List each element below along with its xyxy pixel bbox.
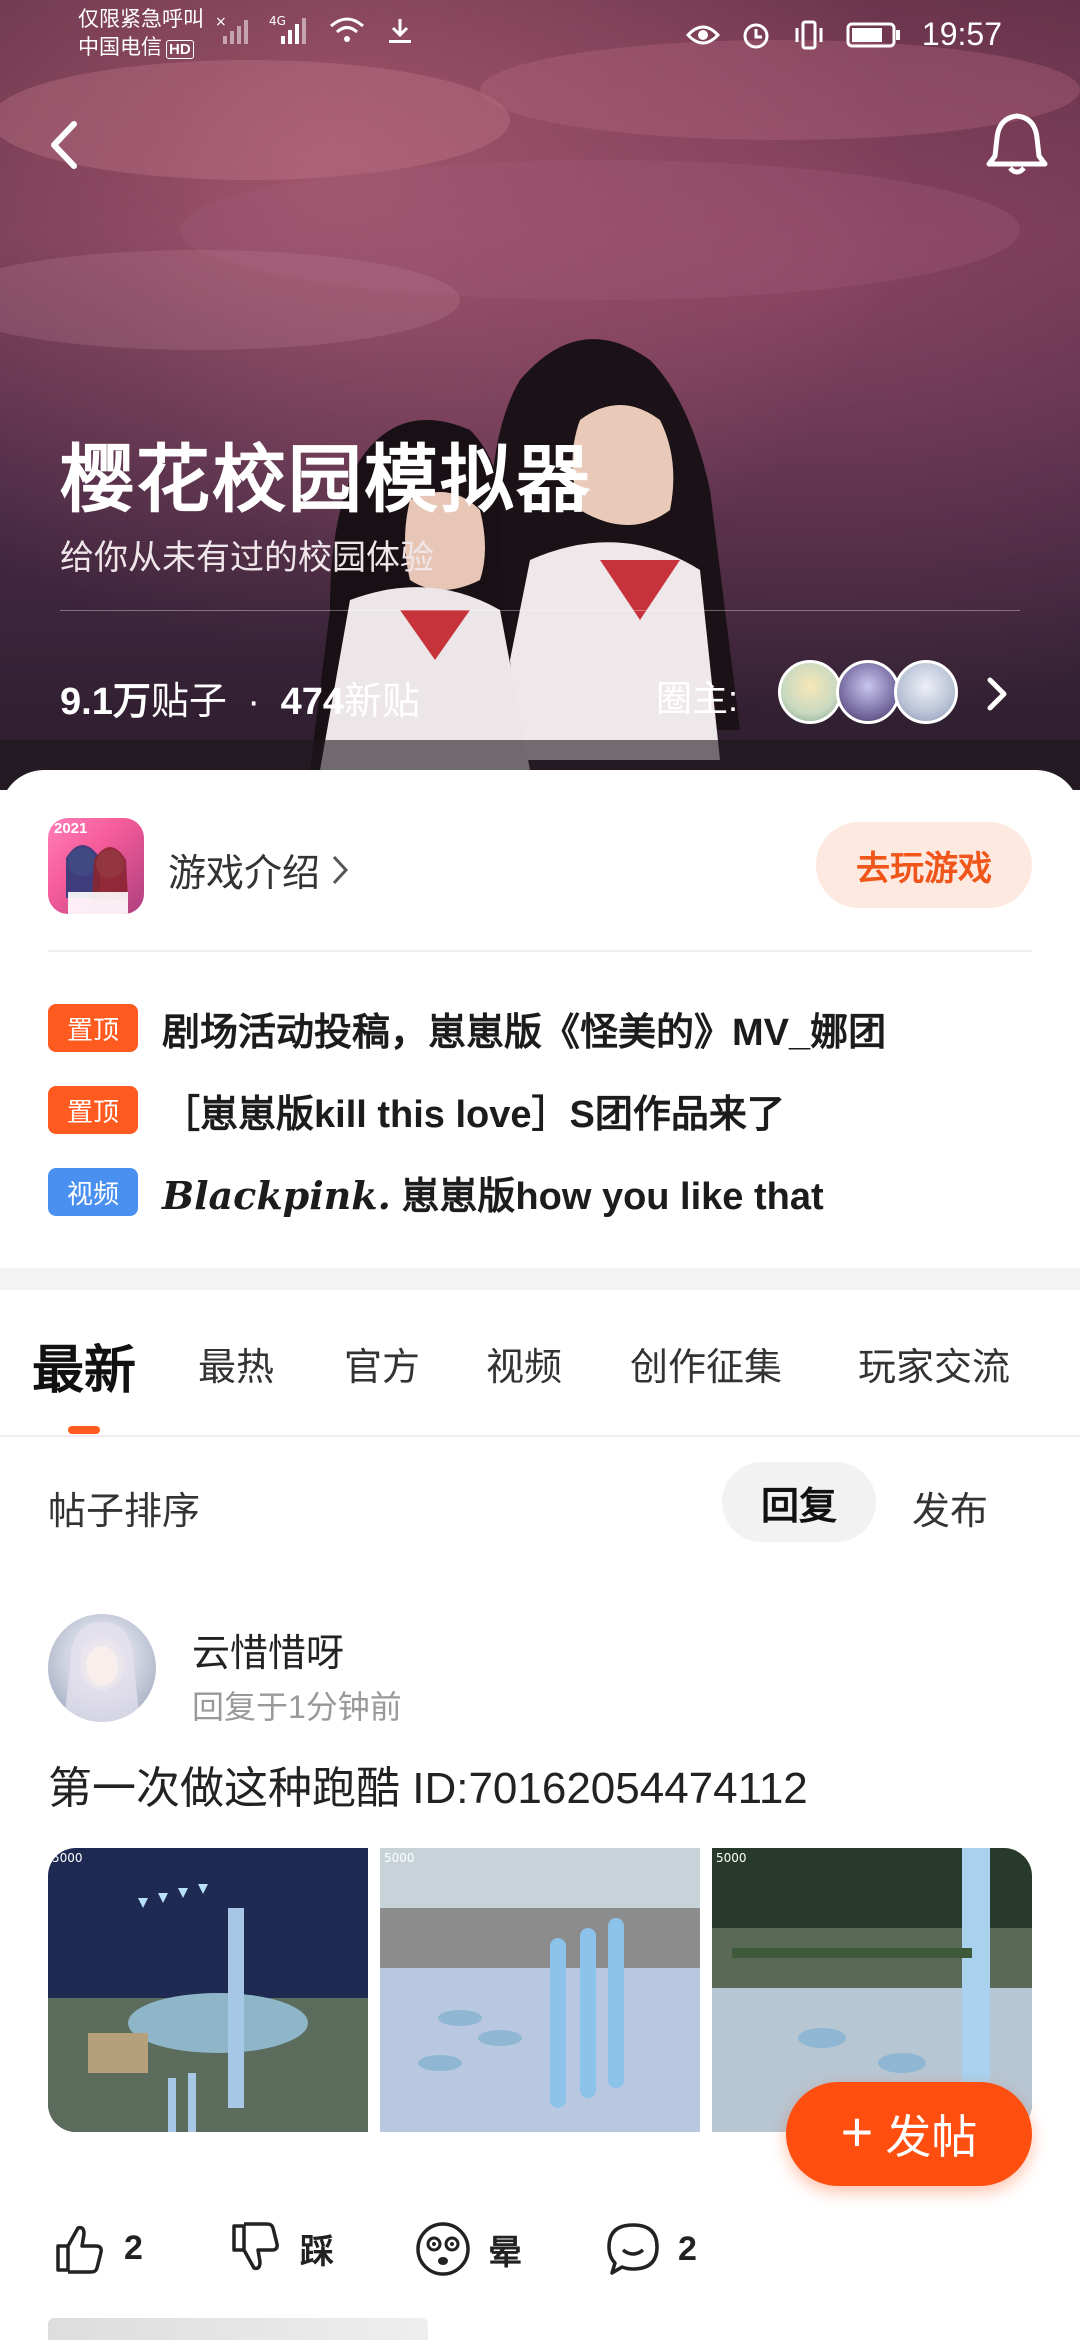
posts-count: 9.1万 (60, 681, 151, 723)
network-type-text: 4G (269, 14, 286, 28)
svg-text:×: × (215, 16, 227, 30)
thumb-badge-text: 5000 (384, 1851, 415, 1865)
owner-avatar[interactable] (778, 660, 842, 724)
owners-label[interactable]: 圈主: (656, 670, 738, 722)
thumb-badge-text: 5000 (52, 1851, 83, 1865)
post-text[interactable]: 第一次做这种跑酷 ID:70162054474112 (48, 1752, 808, 1816)
thumbs-up-icon (56, 2225, 103, 2274)
dizzy-face-icon (416, 2222, 470, 2276)
video-title-text: 崽崽版how you like that (390, 1175, 824, 1218)
post-image[interactable]: 5000 (380, 1848, 700, 2132)
pinned-post[interactable]: 置顶 剧场活动投稿，崽崽版《怪美的》MV_娜团 (48, 998, 1048, 1058)
tab-latest[interactable]: 最新 (32, 1328, 136, 1403)
video-tag: 视频 (48, 1168, 138, 1216)
comment-bubble-icon (607, 2223, 659, 2275)
sort-label: 帖子排序 (48, 1491, 201, 1533)
sort-by-publish-button[interactable]: 发布 (912, 1480, 988, 1535)
post-actions: 2 踩 晕 2 (48, 2220, 1032, 2290)
thumb-badge-text: 5000 (716, 1851, 747, 1865)
next-post-placeholder (48, 2318, 428, 2340)
dizzy-button[interactable]: 晕 (414, 2220, 522, 2278)
hd-badge: HD (166, 40, 194, 59)
post-image[interactable]: 5000 (48, 1848, 368, 2132)
chevron-right-icon[interactable] (982, 672, 1012, 716)
comment-button[interactable]: 2 (604, 2220, 697, 2278)
stats-separator: · (247, 681, 261, 723)
tab-player-chat[interactable]: 玩家交流 (858, 1336, 1010, 1391)
game-screenshot-image: 5000 (380, 1848, 700, 2132)
header-divider (60, 610, 1020, 611)
pinned-tag: 置顶 (48, 1086, 138, 1134)
game-intro-label: 游戏介绍 (168, 853, 321, 895)
post-author[interactable]: 云惜惜呀 (192, 1622, 344, 1677)
thumbs-down-icon (232, 2222, 279, 2271)
pinned-post-title: 剧场活动投稿，崽崽版《怪美的》MV_娜团 (162, 1011, 887, 1054)
cellular-signal-icon: 4G (269, 14, 306, 44)
pinned-post[interactable]: 置顶 ［崽崽版kill this love］S团作品来了 (48, 1080, 1048, 1140)
dislike-button[interactable]: 踩 (228, 2220, 334, 2276)
back-arrow-icon[interactable] (40, 110, 90, 180)
new-posts-label: 新贴 (344, 681, 421, 723)
game-intro-link[interactable]: 游戏介绍 (168, 842, 350, 897)
vibrate-icon (795, 20, 823, 49)
plus-icon: + (840, 2100, 874, 2163)
tab-hot[interactable]: 最热 (198, 1336, 274, 1391)
dislike-label: 踩 (300, 2232, 334, 2271)
next-post-peek (48, 2318, 548, 2340)
tab-video[interactable]: 视频 (486, 1336, 562, 1391)
system-status: 19:57 (685, 16, 1002, 53)
community-info-card: 2021 游戏介绍 去玩游戏 置顶 剧场活动投稿，崽崽版《怪美的》MV_娜团 置… (0, 770, 1080, 1270)
dizzy-label: 晕 (488, 2233, 522, 2272)
owner-avatar[interactable] (894, 660, 958, 724)
game-icon-year: 2021 (54, 820, 88, 837)
no-sim-signal-icon: × (215, 16, 248, 44)
signal-icons: × 4G (215, 14, 415, 46)
script-logo-text: Blackpink. (162, 1172, 391, 1218)
posts-label: 贴子 (150, 681, 227, 723)
community-title: 樱花校园模拟器 (60, 438, 592, 521)
game-app-icon[interactable]: 2021 (48, 818, 144, 914)
clock-text: 19:57 (921, 16, 1002, 52)
pinned-tag: 置顶 (48, 1004, 138, 1052)
carrier-info: 仅限紧急呼叫 中国电信 HD (78, 6, 204, 62)
avatar-portrait-icon (64, 1622, 140, 1722)
owner-avatars[interactable] (778, 660, 958, 724)
emergency-only-text: 仅限紧急呼叫 (78, 8, 204, 31)
avatar[interactable] (48, 1614, 156, 1722)
pinned-post-title: ［崽崽版kill this love］S团作品来了 (162, 1093, 785, 1136)
active-tab-indicator (68, 1426, 100, 1434)
new-post-button[interactable]: + 发帖 (786, 2082, 1032, 2186)
community-subtitle: 给你从未有过的校园体验 (60, 539, 434, 577)
section-separator (0, 1268, 1080, 1290)
wifi-icon (330, 17, 364, 42)
post-time: 回复于1分钟前 (192, 1689, 402, 1725)
tab-creation[interactable]: 创作征集 (630, 1336, 782, 1391)
community-header: 仅限紧急呼叫 中国电信 HD × 4G 19:57 樱花校园模拟器 给你从未有过的… (0, 0, 1080, 790)
video-post[interactable]: 视频 Blackpink. 崽崽版how you like that (48, 1162, 1048, 1222)
community-stats: 9.1万贴子 · 474新贴 (60, 670, 420, 725)
sort-by-reply-button[interactable]: 回复 (722, 1462, 876, 1542)
alarm-icon (743, 23, 769, 48)
feed-tabs: 最新 最热 官方 视频 创作征集 玩家交流 (0, 1290, 1080, 1436)
game-screenshot-image: 5000 (48, 1848, 368, 2132)
owner-avatar[interactable] (836, 660, 900, 724)
chevron-right-icon (332, 855, 349, 884)
video-post-title: Blackpink. 崽崽版how you like that (162, 1165, 824, 1220)
tabs-divider (0, 1435, 1080, 1437)
download-icon (389, 19, 411, 43)
tab-official[interactable]: 官方 (344, 1336, 420, 1391)
battery-icon (846, 22, 900, 47)
new-posts-count: 474 (280, 681, 345, 723)
status-bar: 仅限紧急呼叫 中国电信 HD × 4G 19:57 (0, 0, 1080, 70)
like-button[interactable]: 2 (52, 2220, 143, 2276)
comment-count: 2 (678, 2229, 697, 2268)
card-divider (48, 950, 1032, 952)
like-count: 2 (124, 2228, 143, 2267)
carrier-name: 中国电信 (78, 36, 162, 59)
new-post-label: 发帖 (885, 2111, 978, 2163)
play-game-button[interactable]: 去玩游戏 (816, 822, 1032, 908)
notification-bell-icon[interactable] (984, 108, 1050, 178)
eye-comfort-icon (685, 25, 720, 44)
